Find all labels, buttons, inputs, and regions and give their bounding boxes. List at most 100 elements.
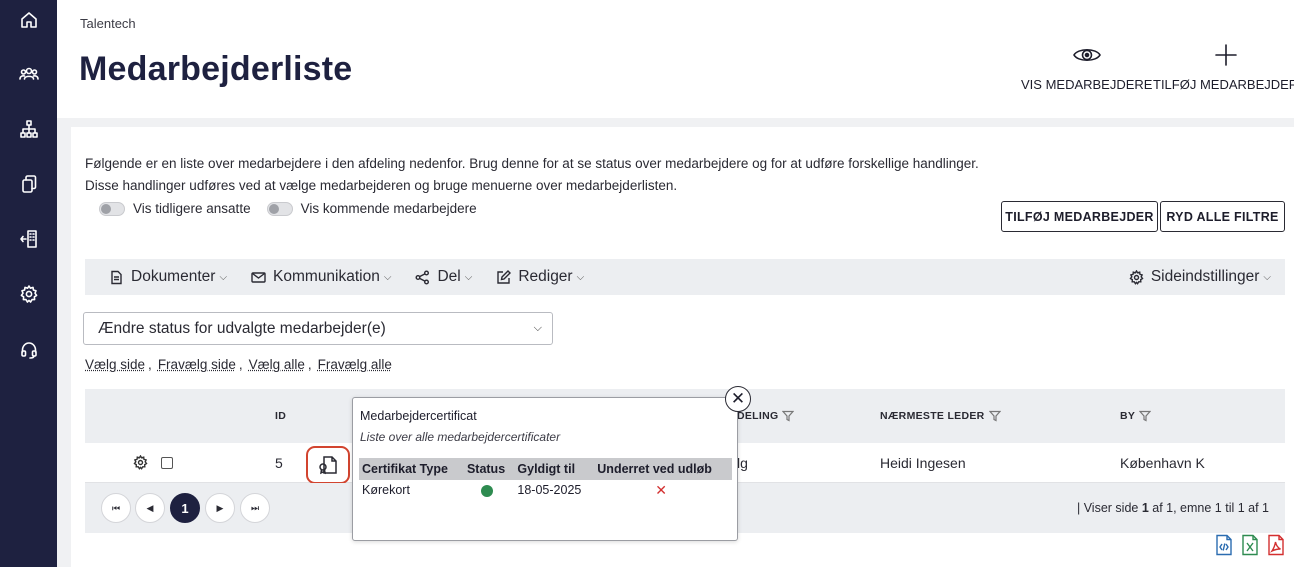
certificate-icon bbox=[317, 454, 339, 476]
chevron-down-icon: ⌵ bbox=[1263, 272, 1271, 283]
previous-employees-toggle[interactable] bbox=[99, 202, 125, 216]
deselect-page-link[interactable]: Fravælg side bbox=[158, 357, 236, 372]
gear-icon bbox=[1129, 270, 1144, 285]
description-line-1: Følgende er en liste over medarbejdere i… bbox=[85, 153, 979, 175]
communication-menu-label: Kommunikation bbox=[273, 268, 380, 286]
certificate-table: Certifikat Type Status Gyldigt til Under… bbox=[359, 458, 732, 500]
documents-menu-label: Dokumenter bbox=[131, 268, 215, 286]
edit-menu[interactable]: Rediger ⌵ bbox=[496, 268, 584, 286]
export-xml-button[interactable] bbox=[1214, 534, 1234, 556]
column-header-manager[interactable]: NÆRMESTE LEDER bbox=[880, 410, 1001, 422]
column-header-id-label: ID bbox=[275, 410, 286, 422]
row-checkbox[interactable] bbox=[161, 457, 173, 469]
popup-subtitle: Liste over alle medarbejdercertificater bbox=[360, 430, 560, 444]
sidebar-item-home[interactable] bbox=[0, 0, 57, 40]
popup-header-type: Certifikat Type bbox=[359, 458, 464, 480]
description-line-2: Disse handlinger udføres ved at vælge me… bbox=[85, 175, 979, 197]
sidebar-item-users[interactable] bbox=[0, 54, 57, 94]
pdf-file-icon bbox=[1266, 534, 1286, 556]
clear-filters-button[interactable]: RYD ALLE FILTRE bbox=[1160, 201, 1285, 232]
sidebar-item-support[interactable] bbox=[0, 330, 57, 370]
last-page-button[interactable]: ⏭ bbox=[240, 493, 270, 523]
column-header-department-label: DELING bbox=[737, 410, 778, 422]
home-icon bbox=[19, 10, 39, 30]
pager-info-suffix: af 1, emne 1 til 1 af 1 bbox=[1149, 501, 1269, 515]
excel-file-icon bbox=[1240, 534, 1260, 556]
certificate-button[interactable] bbox=[306, 446, 350, 484]
upcoming-employees-toggle[interactable] bbox=[267, 202, 293, 216]
gear-icon bbox=[19, 284, 39, 304]
page-title: Medarbejderliste bbox=[79, 50, 352, 89]
cell-manager: Heidi Ingesen bbox=[880, 455, 966, 471]
plus-icon bbox=[1211, 40, 1241, 70]
certificate-notify: ✕ bbox=[594, 480, 732, 500]
previous-page-button[interactable]: ◀ bbox=[135, 493, 165, 523]
gear-icon bbox=[133, 455, 148, 470]
selection-links: Vælg side, Fravælg side, Vælg alle, Frav… bbox=[85, 357, 392, 372]
select-page-link[interactable]: Vælg side bbox=[85, 357, 145, 372]
envelope-icon bbox=[251, 270, 266, 285]
edit-icon bbox=[496, 270, 511, 285]
sidebar-item-settings[interactable] bbox=[0, 274, 57, 314]
separator: , bbox=[239, 357, 243, 372]
headset-icon bbox=[19, 340, 39, 360]
cell-id: 5 bbox=[275, 455, 283, 471]
description: Følgende er en liste over medarbejdere i… bbox=[85, 153, 979, 197]
select-all-link[interactable]: Vælg alle bbox=[249, 357, 305, 372]
page-button-1[interactable]: 1 bbox=[170, 493, 200, 523]
certificate-status bbox=[464, 480, 514, 500]
filter-icon[interactable] bbox=[989, 410, 1001, 422]
add-employee-header-button[interactable]: TILFØJ MEDARBEJDER bbox=[1153, 40, 1294, 92]
sidebar-item-organization[interactable] bbox=[0, 109, 57, 149]
add-employee-button[interactable]: TILFØJ MEDARBEJDER bbox=[1001, 201, 1158, 232]
column-header-department[interactable]: DELING bbox=[737, 410, 794, 422]
filter-icon[interactable] bbox=[1139, 410, 1151, 422]
chevron-down-icon: ⌵ bbox=[577, 272, 585, 283]
certificate-popup: Medarbejdercertificat Liste over alle me… bbox=[352, 397, 738, 541]
certificate-row: Kørekort 18-05-2025 ✕ bbox=[359, 480, 732, 500]
view-employees-label: VIS MEDARBEJDERE bbox=[1021, 77, 1152, 92]
column-header-city-label: BY bbox=[1120, 410, 1135, 422]
next-page-icon: ▶ bbox=[217, 503, 224, 514]
breadcrumb[interactable]: Talentech bbox=[80, 16, 136, 31]
next-page-button[interactable]: ▶ bbox=[205, 493, 235, 523]
building-exit-icon bbox=[19, 229, 39, 249]
documents-menu[interactable]: Dokumenter ⌵ bbox=[109, 268, 227, 286]
certificate-valid-until: 18-05-2025 bbox=[514, 480, 594, 500]
popup-header-notify: Underret ved udløb bbox=[594, 458, 732, 480]
change-status-select[interactable]: Ændre status for udvalgte medarbejder(e)… bbox=[83, 312, 553, 345]
popup-close-button[interactable]: ✕ bbox=[725, 386, 751, 412]
xml-file-icon bbox=[1214, 534, 1234, 556]
export-excel-button[interactable] bbox=[1240, 534, 1260, 556]
pager-info-page: 1 bbox=[1142, 501, 1149, 515]
export-pdf-button[interactable] bbox=[1266, 534, 1286, 556]
deselect-all-link[interactable]: Fravælg alle bbox=[318, 357, 392, 372]
row-settings-button[interactable] bbox=[133, 455, 148, 470]
separator: , bbox=[308, 357, 312, 372]
add-employee-header-label: TILFØJ MEDARBEJDER bbox=[1153, 77, 1294, 92]
org-chart-icon bbox=[19, 119, 39, 139]
eye-icon bbox=[1072, 40, 1102, 70]
chevron-down-icon: ⌵ bbox=[534, 322, 542, 335]
first-page-button[interactable]: ⏮ bbox=[101, 493, 131, 523]
share-menu[interactable]: Del ⌵ bbox=[415, 268, 472, 286]
share-icon bbox=[415, 270, 430, 285]
popup-header-valid-until: Gyldigt til bbox=[514, 458, 594, 480]
export-buttons bbox=[1208, 534, 1286, 556]
status-ok-icon bbox=[481, 485, 493, 497]
documents-icon bbox=[19, 174, 39, 194]
cell-department: lg bbox=[737, 455, 748, 471]
column-header-city[interactable]: BY bbox=[1120, 410, 1151, 422]
sidebar-item-offboarding[interactable] bbox=[0, 219, 57, 259]
users-icon bbox=[19, 64, 39, 84]
upcoming-employees-label: Vis kommende medarbejdere bbox=[301, 201, 477, 216]
page-settings-menu[interactable]: Sideindstillinger ⌵ bbox=[1129, 268, 1271, 286]
sidebar-item-documents[interactable] bbox=[0, 164, 57, 204]
notify-no-icon: ✕ bbox=[655, 482, 667, 499]
certificate-type: Kørekort bbox=[359, 480, 464, 500]
filter-icon[interactable] bbox=[782, 410, 794, 422]
communication-menu[interactable]: Kommunikation ⌵ bbox=[251, 268, 391, 286]
chevron-down-icon: ⌵ bbox=[219, 272, 227, 283]
column-header-id[interactable]: ID bbox=[275, 410, 286, 422]
view-employees-button[interactable]: VIS MEDARBEJDERE bbox=[1021, 40, 1152, 92]
